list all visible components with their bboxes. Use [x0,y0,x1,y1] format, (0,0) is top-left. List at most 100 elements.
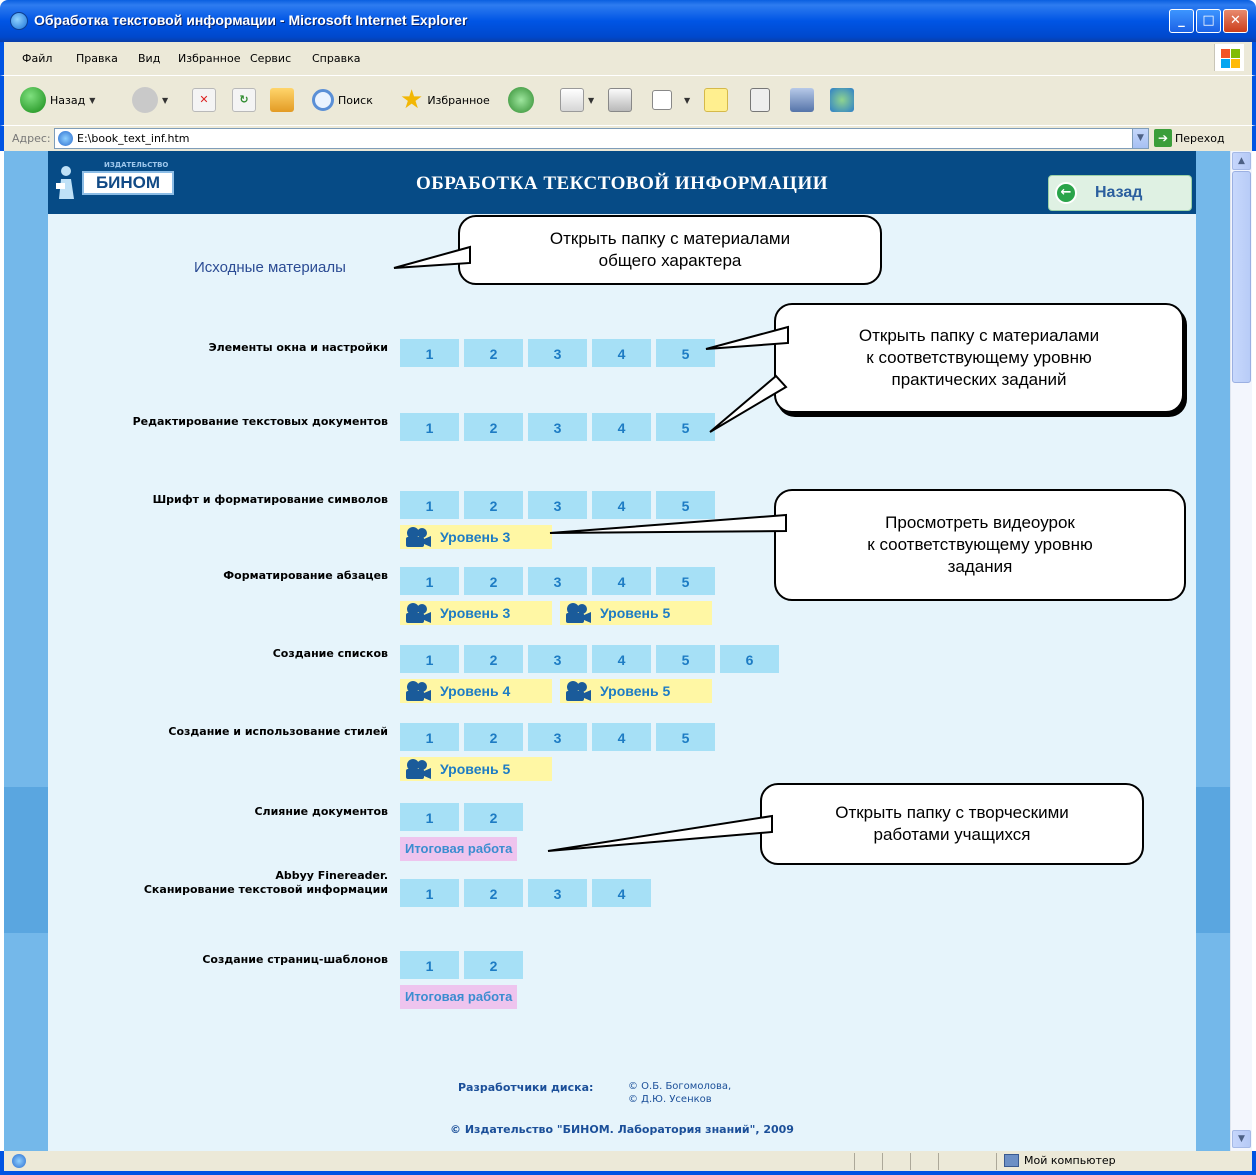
video-lesson-button[interactable]: Уровень 3 [400,601,552,625]
address-label: Адрес: [12,132,51,145]
level-button-1[interactable]: 1 [400,413,459,441]
level-button-1[interactable]: 1 [400,879,459,907]
menu-help[interactable]: Справка [312,52,360,65]
level-button-6[interactable]: 6 [720,645,779,673]
vertical-scrollbar[interactable]: ▲ ▼ [1230,151,1252,1151]
chevron-down-icon: ▼ [162,95,169,105]
video-lesson-button[interactable]: Уровень 3 [400,525,552,549]
level-button-4[interactable]: 4 [592,491,651,519]
level-button-3[interactable]: 3 [528,645,587,673]
level-button-4[interactable]: 4 [592,723,651,751]
callout-text: Открыть папку с творческими работами уча… [835,803,1069,844]
level-button-2[interactable]: 2 [464,803,523,831]
close-button[interactable]: ✕ [1223,9,1248,33]
final-work-button[interactable]: Итоговая работа [400,985,518,1009]
page-back-button[interactable]: ← Назад [1048,175,1192,211]
favorites-button[interactable]: ★ Избранное [400,84,490,116]
address-input[interactable]: E:\book_text_inf.htm [54,128,1134,149]
video-lesson-button[interactable]: Уровень 5 [560,679,712,703]
level-button-2[interactable]: 2 [464,413,523,441]
callout-text: Просмотреть видеоурок к соответствующему… [867,513,1093,576]
search-button[interactable]: Поиск [312,84,373,116]
minimize-button[interactable]: _ [1169,9,1194,33]
maximize-button[interactable]: □ [1196,9,1221,33]
level-button-2[interactable]: 2 [464,339,523,367]
contacts-button[interactable] [830,84,854,116]
level-button-5[interactable]: 5 [656,413,715,441]
level-button-3[interactable]: 3 [528,723,587,751]
video-lesson-button[interactable]: Уровень 4 [400,679,552,703]
refresh-icon: ↻ [232,88,256,112]
level-button-4[interactable]: 4 [592,567,651,595]
level-button-3[interactable]: 3 [528,567,587,595]
chevron-down-icon: ▼ [89,95,96,105]
print-button[interactable] [608,84,632,116]
menu-favorites[interactable]: Избранное [178,52,240,65]
star-icon: ★ [400,85,424,115]
scroll-thumb[interactable] [1232,171,1251,383]
go-label: Переход [1175,131,1225,145]
level-button-1[interactable]: 1 [400,645,459,673]
mail-button[interactable]: ▼ [560,84,594,116]
level-button-2[interactable]: 2 [464,723,523,751]
level-button-2[interactable]: 2 [464,951,523,979]
final-work-button[interactable]: Итоговая работа [400,837,518,861]
go-button[interactable]: ➔ Переход [1154,129,1225,147]
topic-label: Редактирование текстовых документов [132,415,388,428]
level-button-5[interactable]: 5 [656,567,715,595]
messenger-button[interactable] [750,84,770,116]
level-button-3[interactable]: 3 [528,413,587,441]
level-button-2[interactable]: 2 [464,567,523,595]
research-button[interactable] [790,84,814,116]
history-button[interactable] [508,84,534,116]
menu-tools[interactable]: Сервис [250,52,291,65]
level-button-5[interactable]: 5 [656,339,715,367]
menu-edit[interactable]: Правка [76,52,118,65]
menu-file[interactable]: Файл [22,52,52,65]
home-button[interactable] [270,84,294,116]
menu-view[interactable]: Вид [138,52,160,65]
level-button-5[interactable]: 5 [656,645,715,673]
level-button-2[interactable]: 2 [464,879,523,907]
refresh-button[interactable]: ↻ [232,84,256,116]
level-button-2[interactable]: 2 [464,491,523,519]
toolbar: Назад ▼ ▼ ✕ ↻ Поиск ★ Избранное ▼ ▼ [0,75,1256,125]
level-button-1[interactable]: 1 [400,339,459,367]
discuss-button[interactable] [704,84,728,116]
address-dropdown-button[interactable]: ▼ [1132,128,1149,149]
video-lesson-button[interactable]: Уровень 5 [400,757,552,781]
level-button-1[interactable]: 1 [400,951,459,979]
level-button-3[interactable]: 3 [528,339,587,367]
level-button-4[interactable]: 4 [592,339,651,367]
search-icon [312,89,334,111]
credit-name: © Д.Ю. Усенков [628,1094,712,1105]
publisher-caption: ИЗДАТЕЛЬСТВО [104,161,169,169]
level-button-3[interactable]: 3 [528,879,587,907]
stop-icon: ✕ [192,88,216,112]
callout-creative-works: Открыть папку с творческими работами уча… [760,783,1144,865]
callout-text: Открыть папку с материалами к соответств… [858,326,1100,389]
level-button-5[interactable]: 5 [656,723,715,751]
credit-name: © О.Б. Богомолова, [628,1081,732,1092]
back-nav-button[interactable]: Назад ▼ [20,84,95,116]
edit-button[interactable]: ▼ [652,84,690,116]
forward-nav-button[interactable]: ▼ [132,84,168,116]
level-button-5[interactable]: 5 [656,491,715,519]
status-divider [882,1153,883,1170]
level-button-4[interactable]: 4 [592,879,651,907]
level-button-1[interactable]: 1 [400,803,459,831]
video-lesson-button[interactable]: Уровень 5 [560,601,712,625]
scroll-down-button[interactable]: ▼ [1232,1130,1251,1148]
level-button-1[interactable]: 1 [400,723,459,751]
level-button-1[interactable]: 1 [400,567,459,595]
topic-label: Abbyy Finereader. Сканирование текстовой… [143,869,388,896]
level-button-2[interactable]: 2 [464,645,523,673]
stop-button[interactable]: ✕ [192,84,216,116]
level-button-3[interactable]: 3 [528,491,587,519]
level-button-4[interactable]: 4 [592,413,651,441]
scroll-up-button[interactable]: ▲ [1232,152,1251,170]
source-materials-link[interactable]: Исходные материалы [194,259,346,276]
level-button-4[interactable]: 4 [592,645,651,673]
device-icon [750,88,770,112]
level-button-1[interactable]: 1 [400,491,459,519]
